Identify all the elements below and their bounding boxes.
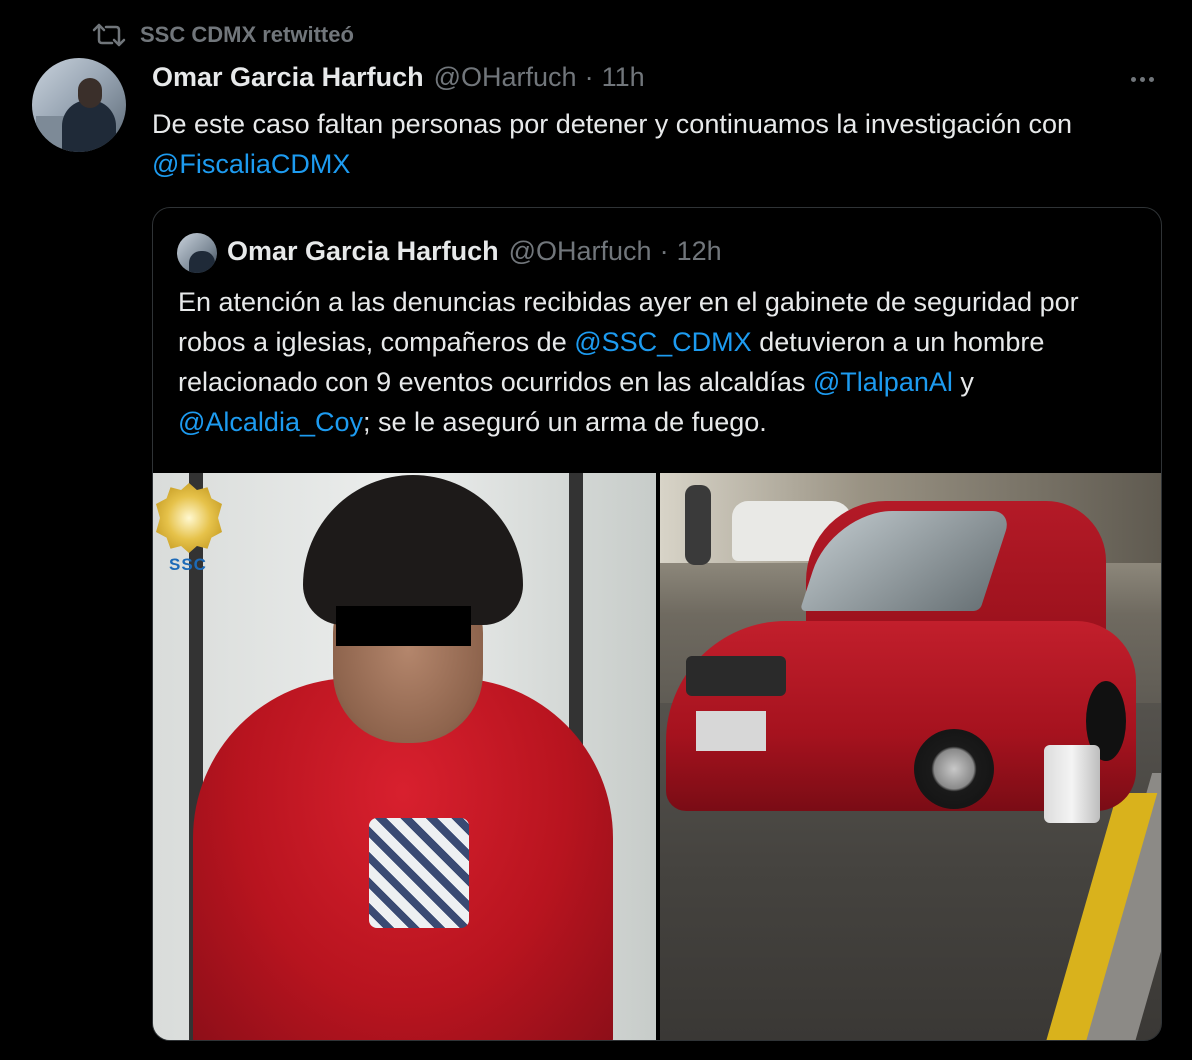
avatar[interactable] (32, 58, 126, 152)
mention-link[interactable]: @FiscaliaCDMX (152, 149, 350, 179)
mention-link[interactable]: @TlalpanAl (813, 367, 953, 397)
more-icon[interactable] (1122, 64, 1162, 94)
photo-car[interactable] (660, 473, 1161, 1040)
bucket (1044, 745, 1100, 823)
timestamp[interactable]: 11h (602, 62, 645, 93)
quote-author-name[interactable]: Omar Garcia Harfuch (227, 236, 499, 267)
mention-link[interactable]: @SSC_CDMX (574, 327, 751, 357)
separator: · (584, 62, 594, 92)
quoted-tweet[interactable]: Omar Garcia Harfuch @OHarfuch · 12h En a… (152, 207, 1162, 1041)
quote-avatar[interactable] (177, 233, 217, 273)
tweet-header: Omar Garcia Harfuch @OHarfuch · 11h (152, 62, 645, 96)
author-name[interactable]: Omar Garcia Harfuch (152, 62, 424, 93)
retweet-icon (92, 23, 126, 47)
quote-separator: · (659, 236, 669, 266)
quote-author-handle[interactable]: @OHarfuch (509, 236, 652, 267)
mention-link[interactable]: @Alcaldia_Coy (178, 407, 363, 437)
badge-label: SSC (169, 555, 207, 574)
quote-text: En atención a las denuncias recibidas ay… (178, 287, 1079, 437)
retweet-indicator: SSC CDMX retwitteó (92, 18, 354, 52)
quote-header: Omar Garcia Harfuch @OHarfuch · 12h (227, 236, 722, 270)
quote-timestamp[interactable]: 12h (677, 236, 722, 267)
censor-bar (336, 606, 471, 646)
retweet-label[interactable]: SSC CDMX retwitteó (140, 22, 354, 48)
author-handle[interactable]: @OHarfuch (434, 62, 577, 93)
tweet-text: De este caso faltan personas por detener… (152, 109, 1073, 179)
photo-suspect[interactable]: SSC (153, 473, 656, 1040)
